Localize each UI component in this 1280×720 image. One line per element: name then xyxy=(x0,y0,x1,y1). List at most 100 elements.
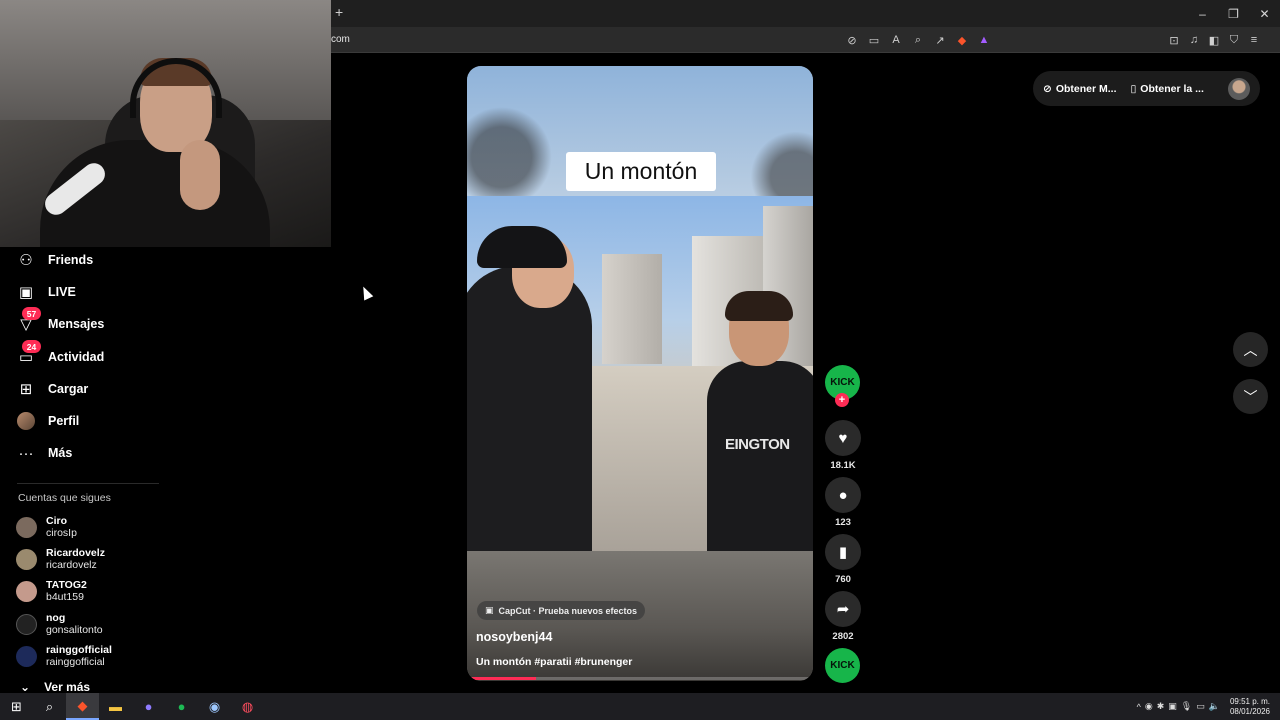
sidebar-item-label: Perfil xyxy=(48,414,80,428)
sidebar-item-upload[interactable]: ⊞ Cargar xyxy=(17,376,89,402)
previous-video-button[interactable]: ︿ xyxy=(1233,332,1268,367)
sidebar-item-live[interactable]: ▣ LIVE xyxy=(17,279,76,305)
following-title: Cuentas que sigues xyxy=(18,492,111,504)
clock-date: 08/01/2026 xyxy=(1229,706,1270,716)
brave-shields-icon[interactable]: ◆ xyxy=(953,31,971,49)
following-item[interactable]: nog gonsalitonto xyxy=(16,612,103,636)
person-left xyxy=(467,266,592,551)
see-more-button[interactable]: ⌄ Ver más xyxy=(20,680,90,694)
following-item[interactable]: TATOG2 b4ut159 xyxy=(16,579,87,603)
get-mobile-app-button[interactable]: ▯ Obtener la ... xyxy=(1131,83,1204,95)
video-scene: EINGTON xyxy=(467,196,813,551)
sidebar: ⚇ Friends ▣ LIVE ▽ 57 Mensajes ▭ 24 Activi… xyxy=(0,247,331,694)
close-window-button[interactable]: ✕ xyxy=(1249,0,1280,27)
clock[interactable]: 09:51 p. m. 08/01/2026 xyxy=(1230,697,1270,717)
media-icon[interactable]: ♫ xyxy=(1185,31,1203,49)
new-tab-button[interactable]: + xyxy=(335,4,343,20)
user-avatar[interactable] xyxy=(1228,77,1250,100)
following-name: rainggofficial xyxy=(46,644,112,656)
sidebar-item-label: Cargar xyxy=(48,382,89,396)
following-handle: ricardovelz xyxy=(46,559,97,571)
save-button[interactable]: ▮ xyxy=(825,534,861,570)
minimize-button[interactable]: – xyxy=(1187,0,1218,27)
following-item[interactable]: rainggofficial rainggofficial xyxy=(16,644,112,668)
restore-button[interactable]: ❐ xyxy=(1218,0,1249,27)
search-icon[interactable]: ⌕ xyxy=(33,693,66,720)
next-video-button[interactable]: ﹀ xyxy=(1233,379,1268,414)
coin-icon: ⊘ xyxy=(1043,82,1052,95)
steam-icon[interactable]: ◉ xyxy=(198,693,231,720)
video-progress-fill xyxy=(467,677,537,680)
following-handle: gonsalitonto xyxy=(46,624,103,636)
avatar xyxy=(16,548,37,570)
extensions-icon[interactable]: ⊡ xyxy=(1165,31,1183,49)
app-tray-icon[interactable]: ✱ xyxy=(1157,701,1165,712)
translate-icon[interactable]: A xyxy=(887,31,905,49)
video-player[interactable]: Un montón EINGTON ▣ CapCut · Prueba nuev… xyxy=(467,66,813,681)
top-right-actions: ⊘ Obtener M... ▯ Obtener la ... xyxy=(1033,71,1260,106)
messages-icon: ▽ 57 xyxy=(17,307,41,333)
avatar xyxy=(16,516,37,538)
file-explorer-icon[interactable]: ▬ xyxy=(99,693,132,720)
comment-icon: ● xyxy=(838,486,848,504)
person-right-hair xyxy=(725,291,793,321)
volume-icon[interactable]: 🔈 xyxy=(1209,701,1220,712)
no-autoplay-icon[interactable]: ⊘ xyxy=(843,31,861,49)
activity-icon: ▭ 24 xyxy=(17,340,41,366)
sidebar-icon[interactable]: ◧ xyxy=(1205,31,1223,49)
zoom-icon[interactable]: ⌕ xyxy=(909,31,927,49)
spotify-icon[interactable]: ● xyxy=(165,693,198,720)
share-count: 2802 xyxy=(832,631,854,642)
sidebar-item-friends[interactable]: ⚇ Friends xyxy=(17,247,93,273)
chevron-down-icon: ⌄ xyxy=(20,680,31,694)
following-item[interactable]: Ciro cirosIp xyxy=(16,515,77,539)
vpn-icon[interactable]: ⛉ xyxy=(1225,31,1243,49)
mouse-cursor xyxy=(358,284,374,301)
sidebar-item-activity[interactable]: ▭ 24 Actividad xyxy=(17,340,104,370)
avatar xyxy=(16,645,37,667)
following-name: TATOG2 xyxy=(46,579,87,591)
avatar xyxy=(16,580,37,602)
menu-icon[interactable]: ≡ xyxy=(1245,31,1263,49)
network-icon[interactable]: ▭ xyxy=(1196,701,1205,712)
url-text[interactable]: com xyxy=(331,34,350,45)
sidebar-item-profile[interactable]: Perfil xyxy=(17,408,79,434)
comment-button[interactable]: ● xyxy=(825,477,861,513)
phone-icon: ▯ xyxy=(1130,82,1137,95)
video-progress[interactable] xyxy=(467,677,813,680)
gpu-tray-icon[interactable]: ▣ xyxy=(1168,701,1177,712)
like-button[interactable]: ♥ xyxy=(825,420,861,456)
get-app-button[interactable]: ⊘ Obtener M... xyxy=(1043,83,1117,95)
app-icon[interactable]: ◍ xyxy=(231,693,264,720)
video-description[interactable]: Un montón #paratii #brunenger xyxy=(476,656,632,668)
chevron-up-icon: ︿ xyxy=(1243,341,1258,358)
capcut-tag[interactable]: ▣ CapCut · Prueba nuevos efectos xyxy=(477,601,646,620)
share-icon[interactable]: ↗ xyxy=(931,31,949,49)
brave-rewards-icon[interactable]: ▲ xyxy=(975,31,993,49)
system-tray: ^ ◉ ✱ ▣ 🎙 ▭ 🔈 09:51 p. m. 08/01/2026 xyxy=(1137,693,1270,720)
share-button[interactable]: ➦ xyxy=(825,591,861,627)
following-name: nog xyxy=(46,612,66,624)
see-more-label: Ver más xyxy=(44,680,91,694)
brave-browser-icon[interactable]: ◆ xyxy=(66,693,99,720)
video-author[interactable]: nosoybenj44 xyxy=(476,630,552,644)
heart-icon: ♥ xyxy=(838,429,848,447)
chevron-up-icon[interactable]: ^ xyxy=(1137,702,1141,712)
windows-start-icon[interactable]: ⊞ xyxy=(0,693,33,720)
sidebar-item-messages[interactable]: ▽ 57 Mensajes xyxy=(17,307,104,337)
get-mobile-label: Obtener la ... xyxy=(1140,82,1204,95)
cast-icon[interactable]: ▭ xyxy=(865,31,883,49)
sidebar-item-label: Friends xyxy=(48,253,94,267)
live-icon: ▣ xyxy=(18,284,34,301)
sound-disc[interactable]: KICK xyxy=(825,648,860,683)
follow-plus-button[interactable]: + xyxy=(835,393,849,407)
save-count: 760 xyxy=(835,574,851,585)
following-item[interactable]: Ricardovelz ricardovelz xyxy=(16,547,105,571)
discord-icon[interactable]: ● xyxy=(132,693,165,720)
mic-icon[interactable]: 🎙 xyxy=(1181,701,1192,712)
sidebar-item-more[interactable]: ··· Más xyxy=(17,440,73,466)
more-icon: ··· xyxy=(18,444,34,462)
building xyxy=(602,254,662,364)
steam-tray-icon[interactable]: ◉ xyxy=(1145,701,1153,712)
following-name: Ricardovelz xyxy=(46,547,105,559)
